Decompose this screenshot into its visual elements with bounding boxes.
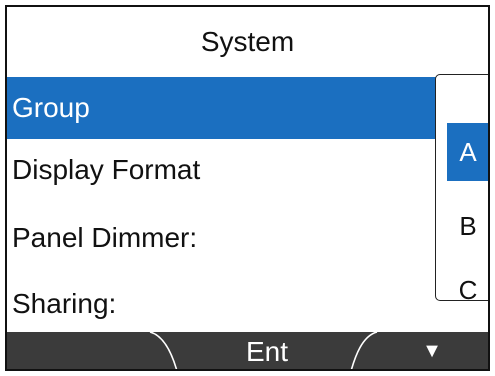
down-arrow-icon[interactable]: ▼ (402, 332, 462, 369)
menu-item-sharing[interactable]: Sharing: (7, 273, 488, 335)
device-screen: System Group Display Format Panel Dimmer… (0, 0, 495, 376)
option-b[interactable]: B (447, 197, 488, 255)
menu-item-group[interactable]: Group (7, 77, 488, 139)
group-options-popup: A B C (435, 74, 488, 305)
display-frame: System Group Display Format Panel Dimmer… (5, 5, 490, 371)
option-c[interactable]: C (447, 261, 488, 319)
enter-softkey[interactable]: Ent (192, 332, 342, 369)
option-a[interactable]: A (447, 123, 488, 181)
screen-title: System (200, 26, 295, 57)
softkey-bar: Ent ▼ (7, 332, 488, 369)
menu-item-display-format[interactable]: Display Format (7, 139, 488, 201)
menu-item-panel-dimmer[interactable]: Panel Dimmer: (7, 207, 488, 269)
